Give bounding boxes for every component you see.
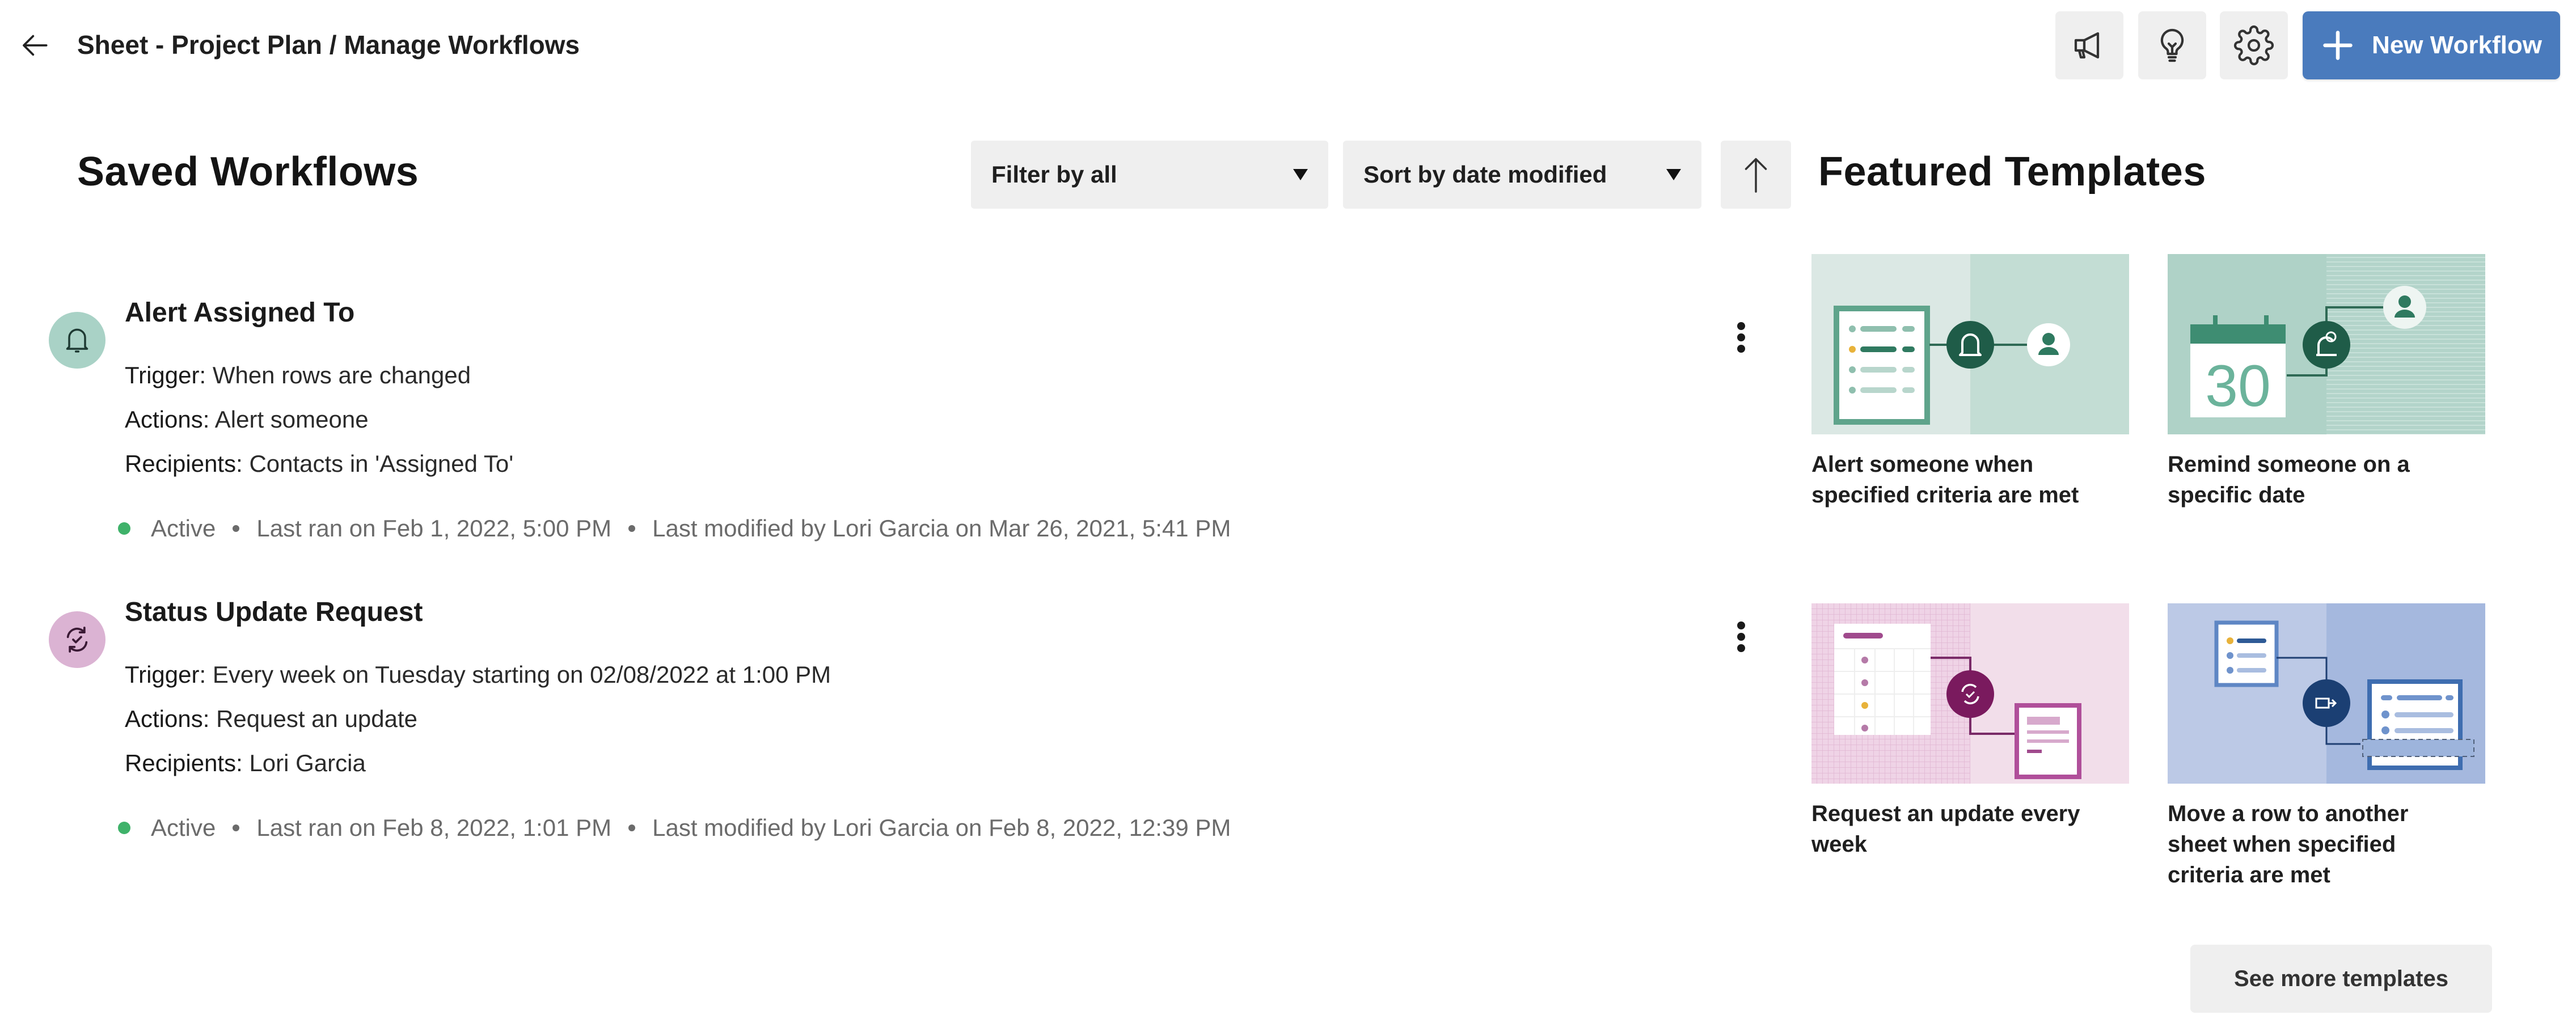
arrow-up-icon	[1745, 158, 1767, 193]
see-more-templates-button[interactable]: See more templates	[2190, 945, 2492, 1013]
workflow-icon-badge	[49, 312, 105, 369]
workflow-name[interactable]: Status Update Request	[125, 597, 423, 628]
sheet-bell-person-illustration	[1811, 254, 2129, 434]
top-bar: Sheet - Project Plan / Manage Workflows …	[0, 0, 2576, 91]
recipients-value: Lori Garcia	[249, 750, 366, 776]
plus-icon	[2323, 31, 2353, 60]
sort-dropdown[interactable]: Sort by date modified	[1343, 141, 1701, 209]
back-arrow-icon	[23, 35, 48, 56]
trigger-value: Every week on Tuesday starting on 02/08/…	[212, 661, 831, 688]
separator-dot	[628, 525, 636, 532]
last-modified: Last modified by Lori Garcia on Feb 8, 2…	[652, 814, 1231, 841]
grid-refresh-form-illustration	[1811, 603, 2129, 784]
recipients-label: Recipients:	[125, 750, 243, 776]
sort-direction-button[interactable]	[1721, 141, 1791, 209]
kebab-dot	[1737, 333, 1745, 341]
template-card[interactable]: Move a row to another sheet when specifi…	[2168, 603, 2485, 890]
sort-dropdown-value: Sort by date modified	[1363, 161, 1607, 188]
workflow-trigger: Trigger: Every week on Tuesday starting …	[125, 661, 831, 688]
calendar-day: 30	[2205, 353, 2271, 419]
workflow-name[interactable]: Alert Assigned To	[125, 297, 354, 328]
workflow-actions: Actions: Request an update	[125, 705, 417, 733]
template-thumbnail	[2168, 603, 2485, 784]
kebab-dot	[1737, 644, 1745, 652]
template-card[interactable]: Alert someone when specified criteria ar…	[1811, 254, 2129, 510]
template-thumbnail: 30	[2168, 254, 2485, 434]
breadcrumb: Sheet - Project Plan / Manage Workflows	[77, 30, 580, 60]
kebab-dot	[1737, 633, 1745, 641]
separator-dot	[233, 824, 240, 831]
template-card[interactable]: Request an update every week	[1811, 603, 2129, 860]
new-workflow-button[interactable]: New Workflow	[2303, 11, 2560, 79]
workflow-recipients: Recipients: Lori Garcia	[125, 750, 366, 777]
separator-dot	[628, 824, 636, 831]
recipients-label: Recipients:	[125, 450, 243, 477]
workflow-trigger: Trigger: When rows are changed	[125, 362, 471, 389]
settings-button[interactable]	[2220, 11, 2288, 79]
template-caption: Remind someone on a specific date	[2168, 452, 2410, 508]
tips-button[interactable]	[2138, 11, 2206, 79]
workflow-actions: Actions: Alert someone	[125, 406, 369, 433]
trigger-label: Trigger:	[125, 661, 206, 688]
workflow-icon-badge	[49, 611, 105, 668]
caret-down-icon	[1666, 169, 1681, 180]
gear-icon	[2233, 25, 2274, 66]
template-caption: Alert someone when specified criteria ar…	[1811, 452, 2079, 508]
filter-dropdown-value: Filter by all	[991, 161, 1117, 188]
kebab-dot	[1737, 345, 1745, 353]
template-card[interactable]: 30 Remind someone on a specific date	[2168, 254, 2485, 510]
status-badge: Active	[151, 814, 216, 841]
kebab-dot	[1737, 621, 1745, 629]
separator-dot	[233, 525, 240, 532]
actions-value: Request an update	[216, 705, 418, 732]
featured-templates-heading: Featured Templates	[1818, 149, 2206, 194]
last-ran: Last ran on Feb 8, 2022, 1:01 PM	[256, 814, 612, 841]
trigger-value: When rows are changed	[212, 362, 471, 388]
template-caption: Request an update every week	[1811, 801, 2080, 857]
back-button[interactable]	[16, 27, 56, 64]
megaphone-icon	[2074, 32, 2100, 59]
lightbulb-icon	[2160, 28, 2184, 62]
actions-value: Alert someone	[214, 406, 369, 433]
caret-down-icon	[1293, 169, 1308, 180]
calendar-bell-person-illustration: 30	[2168, 254, 2485, 434]
last-modified: Last modified by Lori Garcia on Mar 26, …	[652, 515, 1231, 542]
actions-label: Actions:	[125, 705, 210, 732]
workflow-meta: Active Last ran on Feb 1, 2022, 5:00 PM …	[118, 515, 1231, 542]
workflow-meta: Active Last ran on Feb 8, 2022, 1:01 PM …	[118, 814, 1231, 842]
new-workflow-label: New Workflow	[2372, 31, 2542, 59]
workflow-recipients: Recipients: Contacts in 'Assigned To'	[125, 450, 513, 477]
status-dot-icon	[118, 822, 130, 834]
bell-icon	[66, 328, 88, 353]
trigger-label: Trigger:	[125, 362, 206, 388]
actions-label: Actions:	[125, 406, 210, 433]
template-thumbnail	[1811, 603, 2129, 784]
last-ran: Last ran on Feb 1, 2022, 5:00 PM	[256, 515, 612, 542]
saved-workflows-heading: Saved Workflows	[77, 149, 419, 194]
filter-dropdown[interactable]: Filter by all	[971, 141, 1328, 209]
status-dot-icon	[118, 522, 130, 535]
announcements-button[interactable]	[2055, 11, 2123, 79]
status-badge: Active	[151, 515, 216, 542]
more-options-button[interactable]	[1724, 312, 1758, 363]
recipients-value: Contacts in 'Assigned To'	[249, 450, 514, 477]
template-thumbnail	[1811, 254, 2129, 434]
kebab-dot	[1737, 322, 1745, 330]
template-caption: Move a row to another sheet when specifi…	[2168, 801, 2409, 887]
sheet-move-sheet-illustration	[2168, 603, 2485, 784]
more-options-button[interactable]	[1724, 611, 1758, 662]
refresh-check-icon	[66, 627, 88, 653]
